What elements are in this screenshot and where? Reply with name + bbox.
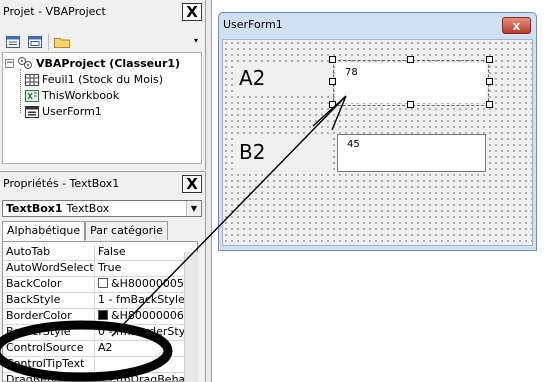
project-explorer-close-button[interactable]: X xyxy=(182,3,202,21)
property-value[interactable]: &H80000006& xyxy=(95,309,197,324)
property-row[interactable]: ControlTipText xyxy=(3,357,197,373)
close-icon: X xyxy=(186,2,198,21)
tree-item-label: Feuil1 (Stock du Mois) xyxy=(42,73,164,86)
toolbar-scroll-indicator: ▾ xyxy=(194,36,199,45)
property-value[interactable]: A2 xyxy=(95,341,197,356)
property-name: BorderStyle xyxy=(3,325,95,340)
properties-titlebar: Propriétés - TextBox1 xyxy=(0,172,205,194)
resize-handle[interactable] xyxy=(407,56,414,63)
property-row[interactable]: AutoTab False xyxy=(3,245,197,261)
close-icon: x xyxy=(512,18,521,33)
tab-par-categorie[interactable]: Par catégorie xyxy=(85,221,168,240)
project-explorer-titlebar: Projet - VBAProject xyxy=(0,0,205,22)
color-swatch-icon xyxy=(98,310,108,320)
textbox2[interactable]: 45 xyxy=(337,134,486,172)
property-row[interactable]: BackStyle 1 - fmBackStyleOpaque xyxy=(3,293,197,309)
chevron-down-icon[interactable]: ▼ xyxy=(186,201,201,216)
folder-icon xyxy=(54,38,70,48)
collapse-icon[interactable]: − xyxy=(5,58,14,68)
property-name: ControlSource xyxy=(3,341,95,356)
property-value[interactable]: 0 - fmBorderStyleNone xyxy=(95,325,197,340)
view-object-button[interactable] xyxy=(26,34,44,50)
properties-close-button[interactable]: X xyxy=(182,175,202,193)
property-row[interactable]: AutoWordSelect True xyxy=(3,261,197,277)
property-value-text: &H80000005& xyxy=(111,277,193,290)
tree-item-userform[interactable]: UserForm1 xyxy=(25,105,102,118)
view-code-icon xyxy=(6,36,20,48)
close-icon: X xyxy=(186,174,198,193)
tree-connector xyxy=(20,69,21,113)
tree-root-label: VBAProject (Classeur1) xyxy=(36,56,181,70)
worksheet-icon xyxy=(25,73,39,86)
resize-handle[interactable] xyxy=(329,78,336,85)
userform-icon xyxy=(25,105,39,118)
object-selector-name: TextBox1 xyxy=(6,202,63,215)
vba-project-icon xyxy=(18,57,32,69)
view-code-button[interactable] xyxy=(4,34,22,50)
userform-close-button[interactable]: x xyxy=(502,17,531,34)
tree-root-node[interactable]: − VBAProject (Classeur1) xyxy=(5,56,180,70)
property-value-text: &H80000006& xyxy=(111,309,193,322)
property-value[interactable]: 0 - fmDragBehaviorDisabled xyxy=(95,373,197,381)
toolbar-separator xyxy=(48,34,49,50)
workbook-icon xyxy=(25,89,39,102)
object-selector[interactable]: TextBox1 TextBox ▼ xyxy=(2,200,202,217)
tab-alphabetique[interactable]: Alphabétique xyxy=(2,221,86,241)
properties-title: Propriétés - TextBox1 xyxy=(3,176,120,190)
property-name: DragBehavior xyxy=(3,373,95,381)
property-row[interactable]: ControlSource A2 xyxy=(3,341,197,357)
designer-divider xyxy=(206,0,212,382)
resize-handle[interactable] xyxy=(486,78,493,85)
resize-handle[interactable] xyxy=(407,101,414,108)
tree-item-label: UserForm1 xyxy=(42,105,102,118)
toggle-folders-button[interactable] xyxy=(53,34,71,50)
property-row[interactable]: BorderColor &H80000006& xyxy=(3,309,197,325)
property-value[interactable]: False xyxy=(95,245,197,260)
resize-handle[interactable] xyxy=(329,56,336,63)
property-name: ControlTipText xyxy=(3,357,95,372)
property-row[interactable]: BorderStyle 0 - fmBorderStyleNone xyxy=(3,325,197,341)
object-selector-type: TextBox xyxy=(66,202,110,215)
property-value[interactable]: True xyxy=(95,261,197,276)
property-value[interactable]: 1 - fmBackStyleOpaque xyxy=(95,293,197,308)
label-a2[interactable]: A2 xyxy=(236,64,332,96)
property-row[interactable]: DragBehavior 0 - fmDragBehaviorDisabled xyxy=(3,373,197,381)
property-name: AutoWordSelect xyxy=(3,261,95,276)
properties-grid: AutoTab False AutoWordSelect True BackCo… xyxy=(2,241,198,382)
property-value[interactable]: &H80000005& xyxy=(95,277,197,292)
property-name: BorderColor xyxy=(3,309,95,324)
tree-item-label: ThisWorkbook xyxy=(42,89,120,102)
color-swatch-icon xyxy=(98,278,108,288)
property-name: BackColor xyxy=(3,277,95,292)
userform-title: UserForm1 xyxy=(223,18,283,31)
textbox1[interactable]: 78 xyxy=(336,63,486,103)
project-explorer-pane: Projet - VBAProject X ▾ − VBAProject (Cl… xyxy=(0,0,206,170)
project-explorer-toolbar xyxy=(0,30,205,54)
resize-handle[interactable] xyxy=(329,101,336,108)
project-tree: − VBAProject (Classeur1) Feuil1 (Stock d… xyxy=(2,52,202,164)
properties-scrollbar[interactable] xyxy=(184,252,198,382)
property-row[interactable]: BackColor &H80000005& xyxy=(3,277,197,293)
property-name: BackStyle xyxy=(3,293,95,308)
tree-item-sheet[interactable]: Feuil1 (Stock du Mois) xyxy=(25,73,163,86)
resize-handle[interactable] xyxy=(486,56,493,63)
property-name: AutoTab xyxy=(3,245,95,260)
label-b2[interactable]: B2 xyxy=(236,138,332,170)
tree-item-workbook[interactable]: ThisWorkbook xyxy=(25,89,119,102)
resize-handle[interactable] xyxy=(486,101,493,108)
project-explorer-title: Projet - VBAProject xyxy=(3,4,106,18)
property-value[interactable] xyxy=(95,357,197,372)
properties-tabs: Alphabétique Par catégorie xyxy=(2,221,168,241)
view-object-icon xyxy=(28,36,42,48)
